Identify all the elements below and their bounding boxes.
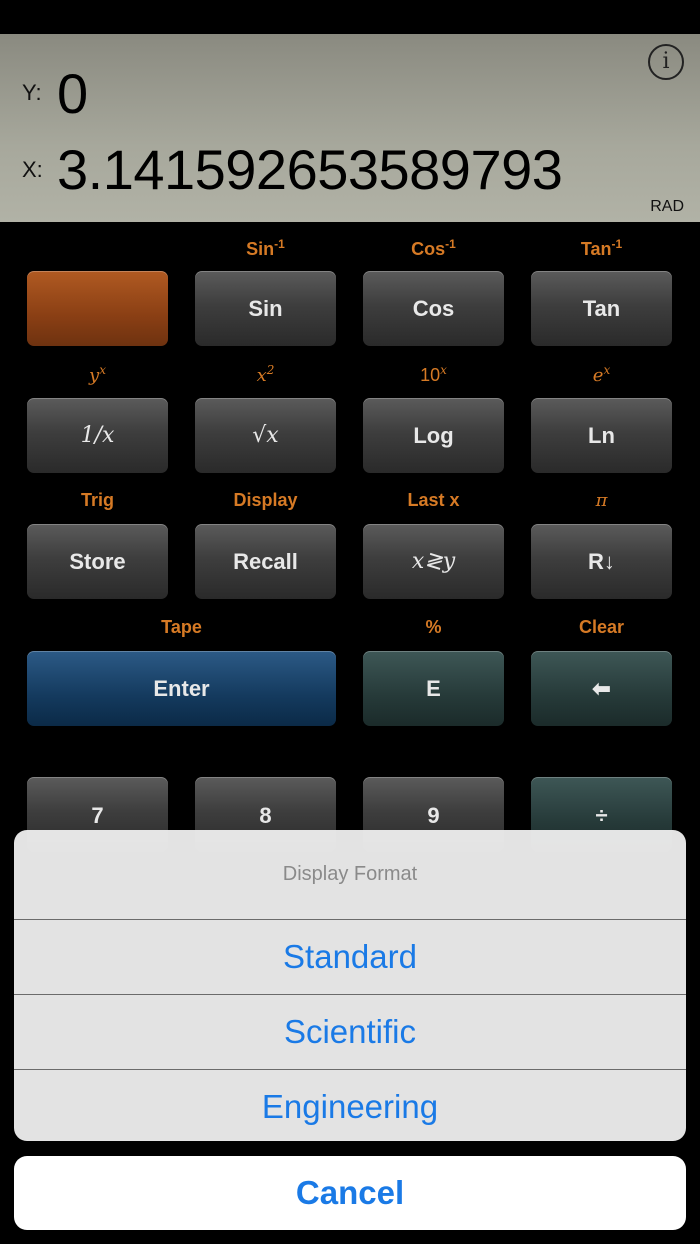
option-engineering[interactable]: Engineering (14, 1069, 686, 1141)
x-register-label: X: (22, 157, 43, 182)
reciprocal-button[interactable]: 1/x (27, 398, 168, 473)
log-button[interactable]: Log (363, 398, 504, 473)
store-button[interactable]: Store (27, 524, 168, 599)
enter-button[interactable]: Enter (27, 651, 336, 726)
x-register-value: 3.141592653589793 (57, 138, 563, 201)
y-register-value: 0 (57, 62, 89, 125)
option-scientific[interactable]: Scientific (14, 994, 686, 1069)
cos-button[interactable]: Cos (363, 271, 504, 346)
secondary-label-trig: Trig (80, 490, 114, 510)
secondary-label-arcsin: Sin-1 (246, 237, 285, 259)
sin-button[interactable]: Sin (195, 271, 336, 346)
backspace-button[interactable]: ⬅ (531, 651, 672, 726)
secondary-label-pi: π (595, 490, 608, 511)
secondary-label-power: yx (89, 363, 106, 386)
option-standard[interactable]: Standard (14, 919, 686, 994)
swap-xy-button[interactable]: x≷y (363, 524, 504, 599)
display-format-action-sheet: Display Format Standard Scientific Engin… (14, 830, 686, 1141)
shift-button[interactable] (27, 271, 168, 346)
secondary-label-arccos: Cos-1 (411, 237, 456, 259)
square-root-button[interactable]: √x (195, 398, 336, 473)
ln-button[interactable]: Ln (531, 398, 672, 473)
secondary-label-arctan: Tan-1 (580, 237, 623, 259)
secondary-label-tape: Tape (161, 617, 202, 637)
secondary-label-ten-power: 10x (420, 363, 447, 385)
angle-mode-indicator: RAD (650, 198, 684, 215)
secondary-label-clear: Clear (578, 617, 625, 637)
cancel-button[interactable]: Cancel (14, 1156, 686, 1230)
y-register-label: Y: (22, 80, 42, 105)
secondary-label-square: x2 (256, 363, 275, 386)
tan-button[interactable]: Tan (531, 271, 672, 346)
roll-down-button[interactable]: R↓ (531, 524, 672, 599)
exponent-button[interactable]: E (363, 651, 504, 726)
info-icon[interactable]: i (648, 44, 684, 80)
action-sheet-title: Display Format (282, 863, 418, 885)
secondary-label-last-x: Last x (407, 490, 460, 510)
secondary-label-exp: ex (592, 363, 611, 386)
recall-button[interactable]: Recall (195, 524, 336, 599)
calculator-display: Y: 0 X: 3.141592653589793 i RAD (0, 34, 700, 222)
secondary-label-percent: % (425, 617, 442, 637)
secondary-label-display: Display (233, 490, 298, 510)
